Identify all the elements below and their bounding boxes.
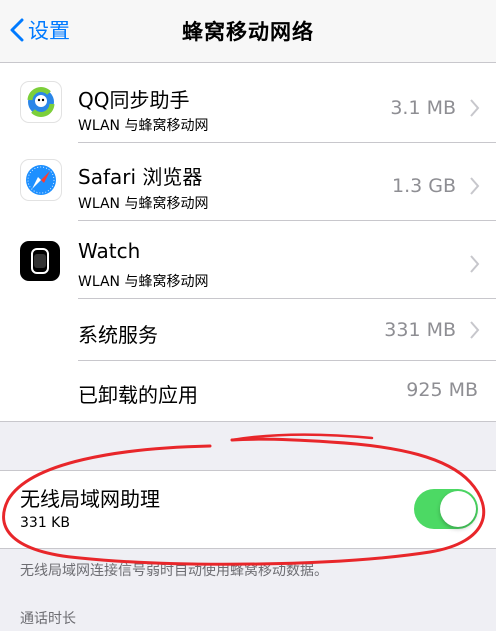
wifi-assist-label: 无线局域网助理 <box>20 487 160 511</box>
wifi-assist-toggle[interactable] <box>414 489 478 529</box>
navigation-bar: 设置 蜂窝移动网络 <box>0 0 496 63</box>
toggle-knob <box>440 491 476 527</box>
app-subtitle: WLAN 与蜂窝移动网 <box>78 118 209 134</box>
app-usage-value: 3.1 MB <box>390 97 456 119</box>
safari-icon <box>20 159 62 201</box>
uninstalled-apps-value: 925 MB <box>406 379 478 401</box>
app-name: Safari 浏览器 <box>78 165 203 189</box>
app-usage-value: 1.3 GB <box>391 175 456 197</box>
uninstalled-apps-label: 已卸载的应用 <box>78 383 198 407</box>
chevron-right-icon <box>470 99 480 117</box>
call-time-header: 通话时长 <box>20 611 76 627</box>
page-title: 蜂窝移动网络 <box>182 20 314 44</box>
wifi-assist-footnote: 无线局域网连接信号弱时自动使用蜂窝移动数据。 <box>20 563 328 579</box>
chevron-right-icon <box>470 255 480 273</box>
list-item-uninstalled-apps: 已卸载的应用 925 MB <box>0 361 496 421</box>
app-name: Watch <box>78 239 141 263</box>
wifi-assist-cell: 无线局域网助理 331 KB <box>0 470 496 549</box>
app-name: QQ同步助手 <box>78 88 190 112</box>
app-usage-list: QQ同步助手 WLAN 与蜂窝移动网 3.1 MB Safari 浏览器 WLA… <box>0 63 496 422</box>
qq-sync-icon <box>20 81 62 123</box>
app-subtitle: WLAN 与蜂窝移动网 <box>78 274 209 290</box>
app-subtitle: WLAN 与蜂窝移动网 <box>78 196 209 212</box>
chevron-right-icon <box>470 321 480 339</box>
watch-icon <box>20 241 60 281</box>
list-item-system-services[interactable]: 系统服务 331 MB <box>0 299 496 361</box>
system-services-label: 系统服务 <box>78 323 158 347</box>
wifi-assist-size: 331 KB <box>20 515 70 531</box>
system-services-value: 331 MB <box>384 319 456 341</box>
list-item-safari[interactable]: Safari 浏览器 WLAN 与蜂窝移动网 1.3 GB <box>0 143 496 221</box>
chevron-right-icon <box>470 177 480 195</box>
list-item-watch[interactable]: Watch WLAN 与蜂窝移动网 <box>0 221 496 299</box>
list-item-qq-sync[interactable]: QQ同步助手 WLAN 与蜂窝移动网 3.1 MB <box>0 63 496 143</box>
